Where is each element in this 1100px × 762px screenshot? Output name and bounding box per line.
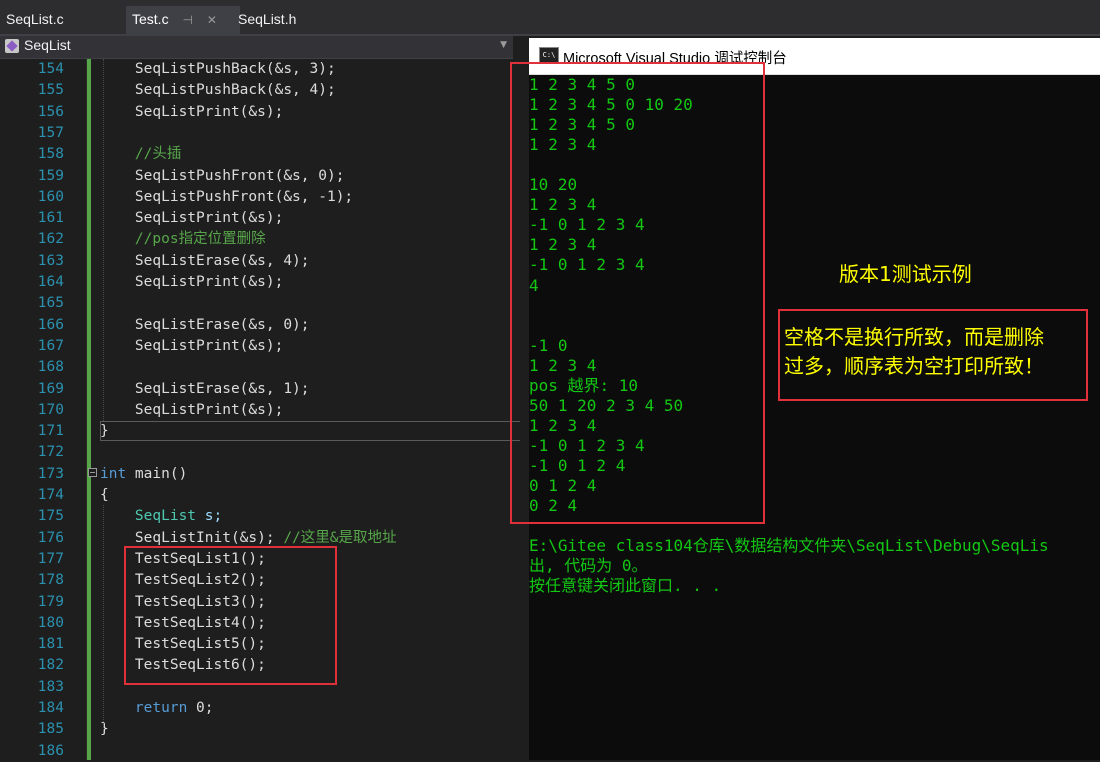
code-text: SeqListPrint(&s); xyxy=(100,401,284,418)
scope-outline xyxy=(100,421,520,441)
code-text: SeqListErase(&s, 1); xyxy=(100,380,310,397)
close-icon[interactable]: ✕ xyxy=(207,13,217,27)
pin-icon[interactable]: ⊣ xyxy=(182,13,192,27)
line-number: 178 xyxy=(37,572,64,589)
fold-toggle-icon[interactable] xyxy=(88,468,97,477)
code-text: { xyxy=(100,487,109,503)
code-text: } xyxy=(100,721,109,738)
tab-label: SeqList.c xyxy=(6,11,64,27)
annotation-note-line: 过多，顺序表为空打印所致！ xyxy=(784,354,1044,378)
line-number: 166 xyxy=(37,316,64,333)
line-number: 155 xyxy=(37,82,64,99)
line-number: 165 xyxy=(37,295,64,312)
code-text: return 0; xyxy=(134,700,214,716)
console-output-line: E:\Gitee class104仓库\数据结构文件夹\SeqList\Debu… xyxy=(529,536,1049,556)
code-text: SeqListErase(&s, 0); xyxy=(100,316,310,333)
line-number: 157 xyxy=(37,124,64,141)
annotation-note-line: 空格不是换行所致，而是删除 xyxy=(784,325,1044,349)
code-text: SeqListErase(&s, 4); xyxy=(100,252,310,269)
project-icon xyxy=(5,39,19,53)
chevron-down-icon[interactable]: ▼ xyxy=(500,40,507,50)
line-number: 181 xyxy=(37,636,64,653)
indent-guide xyxy=(103,505,104,730)
line-number: 180 xyxy=(37,614,64,631)
console-output-line: 出, 代码为 0。 xyxy=(529,556,648,576)
indent-guide xyxy=(103,59,104,421)
line-number: 171 xyxy=(37,423,64,440)
line-number: 169 xyxy=(37,380,64,397)
line-number: 170 xyxy=(37,401,64,418)
line-number: 162 xyxy=(37,231,64,248)
tab-label: Test.c xyxy=(132,11,169,27)
code-text: SeqListPushBack(&s, 3); xyxy=(100,61,336,77)
code-text: SeqListPrint(&s); xyxy=(100,337,284,354)
line-number: 182 xyxy=(37,657,64,674)
code-text: SeqListPrint(&s); xyxy=(100,103,284,120)
tab-seqlist-c[interactable]: SeqList.c xyxy=(0,6,70,34)
code-text: SeqListPrint(&s); xyxy=(100,210,284,227)
annotation-note-box: 空格不是换行所致，而是删除 过多，顺序表为空打印所致！ xyxy=(778,309,1088,401)
code-text: SeqListPushFront(&s, -1); xyxy=(100,188,354,205)
line-number: 177 xyxy=(37,550,64,567)
line-number: 186 xyxy=(37,742,64,759)
change-indicator-bar xyxy=(87,59,91,760)
line-number: 159 xyxy=(37,167,64,184)
line-number: 168 xyxy=(37,359,64,376)
code-text: //头插 xyxy=(134,146,182,163)
code-text: SeqListPrint(&s); xyxy=(100,274,284,290)
code-text: //pos指定位置删除 xyxy=(134,231,266,248)
line-number: 175 xyxy=(37,508,64,525)
highlight-box-output xyxy=(510,62,765,524)
line-number: 163 xyxy=(37,252,64,269)
console-app-icon: C:\ xyxy=(539,47,559,63)
document-tab-bar: SeqList.c Test.c ⊣ ✕ SeqList.h xyxy=(0,0,1100,36)
code-text: SeqListPushFront(&s, 0); xyxy=(100,167,345,184)
code-text: SeqList s; xyxy=(134,508,223,525)
line-number: 164 xyxy=(37,274,64,290)
code-text: int main() xyxy=(100,465,188,482)
line-number: 154 xyxy=(37,61,64,77)
highlight-box-test-calls xyxy=(124,546,337,685)
tab-test-c[interactable]: Test.c ⊣ ✕ xyxy=(126,6,240,34)
line-number: 173 xyxy=(37,465,64,482)
annotation-title: 版本1测试示例 xyxy=(839,262,972,286)
line-number: 174 xyxy=(37,487,64,503)
tab-label: SeqList.h xyxy=(238,11,297,27)
scope-dropdown[interactable]: SeqList ▼ xyxy=(0,36,513,59)
line-number: 179 xyxy=(37,593,64,610)
line-number: 176 xyxy=(37,529,64,546)
line-number: 167 xyxy=(37,337,64,354)
line-number: 160 xyxy=(37,188,64,205)
line-number: 184 xyxy=(37,700,64,716)
console-output-line: 按任意键关闭此窗口. . . xyxy=(529,576,722,596)
line-number: 183 xyxy=(37,678,64,695)
code-text: SeqListPushBack(&s, 4); xyxy=(100,82,336,99)
line-number: 161 xyxy=(37,210,64,227)
scope-label: SeqList xyxy=(24,37,71,53)
line-number: 185 xyxy=(37,721,64,738)
line-number: 172 xyxy=(37,444,64,461)
line-number: 158 xyxy=(37,146,64,163)
line-number: 156 xyxy=(37,103,64,120)
tab-seqlist-h[interactable]: SeqList.h xyxy=(232,6,302,34)
